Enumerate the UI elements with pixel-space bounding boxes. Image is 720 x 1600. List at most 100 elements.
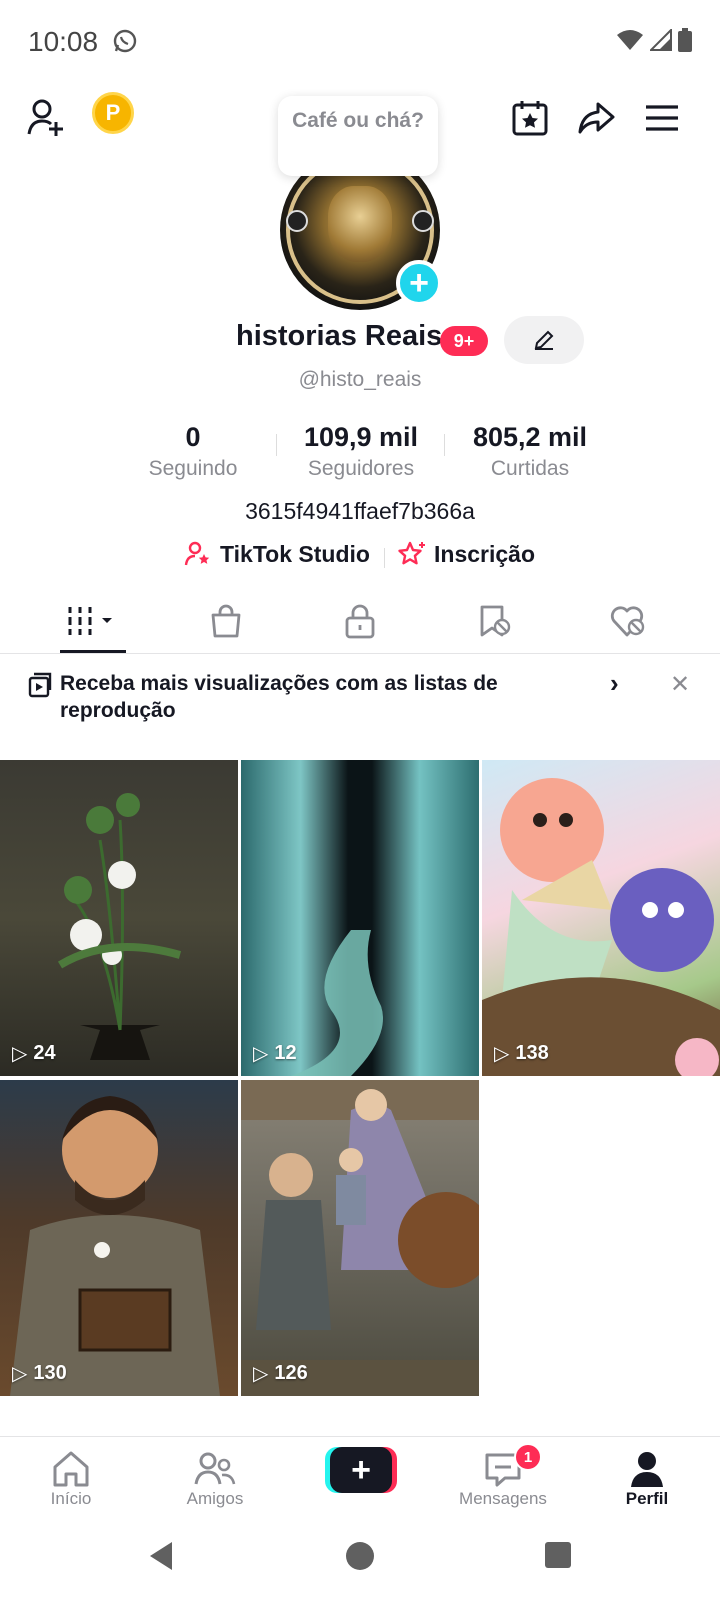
signal-icon	[650, 29, 672, 51]
system-nav	[0, 1524, 720, 1600]
tab-private[interactable]	[288, 588, 432, 654]
bottom-nav: Início Amigos + 1 Mensagens Perfil	[0, 1436, 720, 1524]
profile-name: historias Reais	[236, 320, 443, 352]
calendar-star-icon[interactable]	[506, 94, 554, 142]
video-thumbnail[interactable]: ▷ 12	[241, 760, 479, 1076]
stat-label: Seguindo	[148, 457, 238, 480]
wifi-icon	[617, 30, 643, 50]
stat-following[interactable]: 0 Seguindo	[133, 422, 253, 481]
play-icon: ▷	[494, 1043, 510, 1065]
notification-badge[interactable]: 9+	[440, 326, 488, 356]
nav-label: Início	[50, 1489, 92, 1508]
whatsapp-icon	[112, 28, 138, 59]
profile-links: TikTok Studio Inscrição	[0, 540, 720, 574]
nav-label: Amigos	[186, 1489, 244, 1508]
star-sparkle-icon	[398, 541, 425, 565]
status-bar: 10:08	[0, 0, 720, 84]
content-tabs	[0, 588, 720, 654]
lion-icon	[328, 186, 392, 262]
thumbnail-image	[10, 1096, 220, 1396]
video-thumbnail[interactable]: ▷ 138	[482, 760, 720, 1076]
view-count: ▷ 138	[494, 1041, 549, 1066]
profile-icon	[592, 1449, 702, 1489]
status-time: 10:08	[28, 26, 99, 57]
stat-value: 109,9 mil	[303, 422, 419, 452]
add-friend-icon[interactable]	[22, 94, 70, 142]
view-count: ▷ 126	[253, 1361, 308, 1386]
video-thumbnail[interactable]: ▷ 24	[0, 760, 238, 1076]
play-icon: ▷	[12, 1363, 28, 1385]
subscription-link[interactable]: Inscrição	[396, 540, 535, 568]
add-avatar-button[interactable]: +	[396, 260, 442, 306]
divider	[444, 434, 445, 456]
chevron-right-icon[interactable]: ›	[610, 668, 619, 699]
back-icon[interactable]	[146, 1540, 176, 1572]
person-star-icon	[184, 541, 210, 566]
divider	[384, 548, 385, 568]
tab-reposts[interactable]	[422, 588, 566, 654]
tiktok-studio-link[interactable]: TikTok Studio	[184, 540, 370, 568]
play-icon: ▷	[253, 1043, 269, 1065]
video-thumbnail[interactable]: ▷ 126	[241, 1080, 479, 1396]
divider	[276, 434, 277, 456]
video-thumbnail[interactable]: ▷ 130	[0, 1080, 238, 1396]
edit-profile-button[interactable]	[504, 316, 584, 364]
playlist-icon	[28, 672, 52, 703]
share-icon[interactable]	[572, 94, 620, 142]
nav-label: Mensagens	[459, 1489, 547, 1508]
stat-value: 0	[185, 422, 201, 452]
profile-handle: @histo_reais	[298, 368, 422, 391]
create-button[interactable]: +	[325, 1447, 397, 1493]
bookmark-hidden-icon	[480, 605, 511, 637]
home-circle-icon[interactable]	[344, 1540, 376, 1572]
nav-home[interactable]: Início	[16, 1449, 126, 1509]
banner-text: Receba mais visualizações com as listas …	[60, 672, 498, 722]
tab-shop[interactable]	[154, 588, 298, 654]
view-count-value: 130	[33, 1362, 67, 1384]
videos-grid-icon	[68, 607, 112, 635]
diamond-icon	[286, 210, 308, 232]
nav-messages[interactable]: 1 Mensagens	[448, 1443, 558, 1509]
thumbnail-image	[241, 1080, 479, 1396]
view-count-value: 12	[274, 1042, 297, 1064]
active-tab-indicator	[60, 650, 126, 653]
view-count-value: 126	[274, 1362, 308, 1384]
plus-icon: +	[409, 264, 429, 302]
friends-icon	[160, 1449, 270, 1489]
thumbnail-image	[482, 778, 720, 1076]
stat-likes[interactable]: 805,2 mil Curtidas	[455, 422, 605, 481]
stat-label: Curtidas	[490, 457, 570, 480]
link-label: TikTok Studio	[220, 540, 370, 567]
view-count-value: 138	[515, 1042, 549, 1064]
profile-name-row: historias Reais 9+	[0, 316, 720, 364]
shopping-bag-icon	[211, 604, 241, 638]
tab-liked[interactable]	[556, 588, 700, 654]
nav-friends[interactable]: Amigos	[160, 1449, 270, 1509]
playlist-banner[interactable]: Receba mais visualizações com as listas …	[0, 668, 720, 742]
nav-profile[interactable]: Perfil	[592, 1449, 702, 1509]
close-icon[interactable]: ✕	[670, 670, 690, 699]
lock-icon	[345, 604, 375, 639]
view-count: ▷ 12	[253, 1041, 297, 1066]
view-count: ▷ 130	[12, 1361, 67, 1386]
stat-label: Seguidores	[307, 457, 415, 480]
recents-icon[interactable]	[544, 1541, 572, 1569]
inbox-icon: 1	[448, 1443, 558, 1489]
stat-followers[interactable]: 109,9 mil Seguidores	[286, 422, 436, 481]
link-label: Inscrição	[434, 540, 535, 567]
profile-stats: 0 Seguindo 109,9 mil Seguidores 805,2 mi…	[0, 422, 720, 482]
view-count: ▷ 24	[12, 1041, 56, 1066]
status-icons	[616, 28, 692, 52]
view-count-value: 24	[33, 1042, 56, 1064]
diamond-icon	[412, 210, 434, 232]
coin-icon[interactable]: P	[92, 92, 134, 134]
menu-icon[interactable]	[638, 94, 686, 142]
home-icon	[16, 1449, 126, 1489]
profile-bio: 3615f4941ffaef7b366a	[245, 498, 475, 524]
heart-hidden-icon	[610, 606, 645, 637]
plus-icon: +	[330, 1447, 392, 1493]
tab-videos[interactable]	[20, 588, 164, 654]
status-bubble[interactable]: Café ou chá?	[278, 96, 438, 176]
nav-label: Perfil	[625, 1489, 669, 1508]
stat-value: 805,2 mil	[472, 422, 588, 452]
